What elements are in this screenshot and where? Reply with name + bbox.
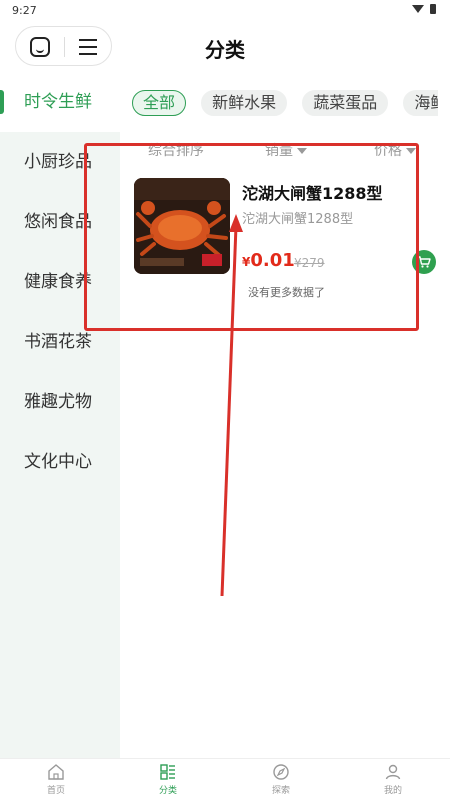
sidebar-item-seasonal-fresh[interactable]: 时令生鲜 (0, 72, 120, 132)
sort-comprehensive[interactable]: 综合排序 (148, 140, 204, 160)
sort-comprehensive-label: 综合排序 (148, 143, 204, 159)
sidebar-item-label: 书酒花茶 (24, 332, 92, 352)
product-image[interactable] (134, 178, 230, 274)
tab-label: 分类 (158, 786, 177, 796)
add-to-cart-button[interactable] (412, 250, 436, 274)
sidebar-item-label: 雅趣尤物 (24, 392, 92, 412)
crab-image (134, 178, 230, 274)
battery-icon (430, 4, 436, 14)
sidebar-item-books-wine-tea[interactable]: 书酒花茶 (0, 312, 120, 372)
status-icons (412, 4, 436, 14)
person-icon (385, 764, 401, 780)
tab-label: 我的 (383, 786, 402, 796)
chip-seafood[interactable]: 海鲜 (403, 90, 438, 116)
product-card[interactable]: 沱湖大闸蟹1288型 沱湖大闸蟹1288型 ¥0.01 ¥279 没有更多数据了 (120, 172, 450, 302)
status-bar: 9:27 (0, 0, 450, 22)
home-icon (48, 764, 64, 780)
tab-label: 首页 (46, 786, 65, 796)
product-name[interactable]: 沱湖大闸蟹1288型 (242, 180, 383, 204)
sidebar-item-health[interactable]: 健康食养 (0, 252, 120, 312)
sidebar-item-label: 小厨珍品 (24, 152, 92, 172)
tab-mine[interactable]: 我的 (363, 763, 423, 796)
sidebar-item-curios[interactable]: 雅趣尤物 (0, 372, 120, 432)
compass-icon (273, 764, 289, 780)
tab-category[interactable]: 分类 (138, 763, 198, 796)
sort-price[interactable]: 价格 (374, 140, 416, 160)
category-sidebar: 时令生鲜 小厨珍品 悠闲食品 健康食养 书酒花茶 雅趣尤物 文化中心 (0, 72, 120, 758)
sidebar-item-label: 文化中心 (24, 452, 92, 472)
cart-icon (418, 256, 431, 268)
sort-bar: 综合排序 销量 价格 (120, 140, 450, 160)
caret-down-icon (406, 148, 416, 154)
original-price: ¥279 (294, 256, 325, 270)
tab-home[interactable]: 首页 (26, 763, 86, 796)
tab-explore[interactable]: 探索 (251, 763, 311, 796)
subcategory-chips: 全部 新鲜水果 蔬菜蛋品 海鲜 (132, 90, 438, 120)
product-subtitle: 沱湖大闸蟹1288型 (242, 212, 354, 227)
sidebar-item-snacks[interactable]: 悠闲食品 (0, 192, 120, 252)
chip-fresh-fruit[interactable]: 新鲜水果 (201, 90, 288, 116)
product-price: ¥0.01 (242, 250, 295, 271)
sidebar-item-label: 悠闲食品 (24, 212, 92, 232)
sidebar-item-culture[interactable]: 文化中心 (0, 432, 120, 492)
sort-sales-label: 销量 (265, 143, 293, 159)
status-time: 9:27 (12, 4, 37, 17)
price-value: 0.01 (250, 250, 295, 271)
chip-vegetables-eggs[interactable]: 蔬菜蛋品 (302, 90, 389, 116)
sidebar-item-label: 时令生鲜 (24, 92, 92, 112)
page-title: 分类 (205, 38, 245, 62)
chip-all[interactable]: 全部 (132, 90, 187, 116)
list-end-text: 没有更多数据了 (248, 286, 325, 299)
tab-label: 探索 (271, 786, 290, 796)
sidebar-item-kitchen[interactable]: 小厨珍品 (0, 132, 120, 192)
caret-down-icon (297, 148, 307, 154)
sidebar-item-label: 健康食养 (24, 272, 92, 292)
sort-price-label: 价格 (374, 143, 402, 159)
category-icon (160, 764, 175, 780)
sort-sales[interactable]: 销量 (265, 140, 307, 160)
wifi-icon (412, 5, 424, 13)
bottom-tab-bar: 首页 分类 探索 我的 (0, 758, 450, 800)
